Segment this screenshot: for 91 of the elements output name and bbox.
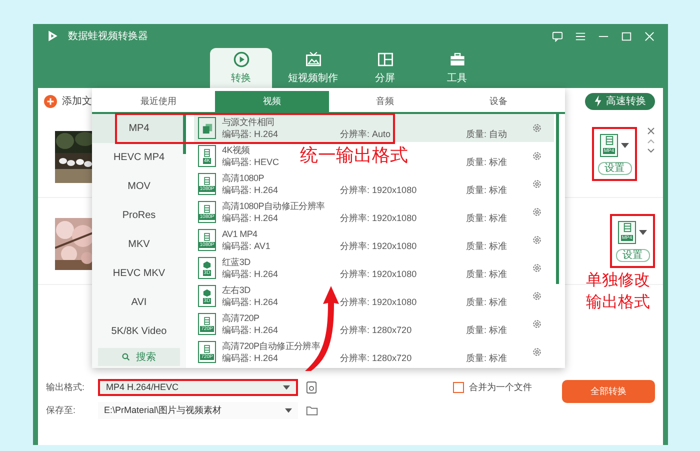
resolution-label: 分辨率: <box>340 213 370 223</box>
preset-name: 高清720P自动修正分辨率 <box>222 340 320 352</box>
preset-name: 4K视频 <box>222 144 250 156</box>
preset-name: 高清1080P自动修正分辨率 <box>222 200 325 212</box>
nav-tab[interactable]: 短视频制作 <box>282 48 344 88</box>
save-path-dropdown[interactable]: E:\PrMaterial\图片与视频素材 <box>98 402 298 418</box>
codec-value: H.264 <box>254 213 278 223</box>
codec-label: 编码器: <box>222 241 252 251</box>
preset-name: AV1 MP4 <box>222 228 258 240</box>
codec-value: H.264 <box>254 353 278 363</box>
resolution-value: 1280x720 <box>372 325 412 335</box>
quality-label: 质量: <box>466 269 487 279</box>
format-item[interactable]: MKV <box>92 230 186 259</box>
format-tab[interactable]: 设备 <box>442 91 555 112</box>
quality-label: 质量: <box>466 157 487 167</box>
output-format-label: 输出格式: <box>46 380 86 394</box>
codec-value: H.264 <box>254 269 278 279</box>
format-item[interactable]: HEVC MKV <box>92 259 186 288</box>
save-to-label: 保存至: <box>46 404 77 416</box>
resolution-value: Auto <box>372 129 391 139</box>
preset-name: 高清720P <box>222 312 260 324</box>
format-tab[interactable]: 最近使用 <box>102 91 216 112</box>
settings-button[interactable]: 设置 <box>598 162 632 174</box>
codec-label: 编码器: <box>222 325 252 335</box>
codec-label: 编码器: <box>222 157 252 167</box>
format-tab[interactable]: 音频 <box>328 91 442 112</box>
codec-value: HEVC <box>254 157 280 167</box>
format-tab[interactable]: 视频 <box>215 91 328 112</box>
add-files-button[interactable]: 添加文 <box>44 94 92 108</box>
resolution-value: 1920x1080 <box>372 185 417 195</box>
quality-label: 质量: <box>466 213 487 223</box>
resolution-value: 1920x1080 <box>372 297 417 307</box>
quality-value: 标准 <box>489 185 508 195</box>
preset-name: 左右3D <box>222 284 250 296</box>
preset-row[interactable]: 与源文件相同 编码器: H.264 分辨率: Auto 质量: 自动 <box>194 114 554 142</box>
annotation-note: 统一输出格式 <box>300 144 408 166</box>
quality-label: 质量: <box>466 129 487 139</box>
quality-label: 质量: <box>466 297 487 307</box>
nav-tab[interactable]: 工具 <box>426 48 488 88</box>
annotation-note: 单独修改输出格式 <box>586 270 650 313</box>
preset-name: 与源文件相同 <box>222 116 274 128</box>
codec-label: 编码器: <box>222 297 252 307</box>
preset-name: 高清1080P <box>222 172 264 184</box>
format-item[interactable]: 5K/8K Video <box>92 317 186 346</box>
quality-label: 质量: <box>466 185 487 195</box>
resolution-value: 1920x1080 <box>372 213 417 223</box>
resolution-label: 分辨率: <box>340 269 370 279</box>
window-title: 数据蛙视频转换器 <box>68 30 148 43</box>
quality-label: 质量: <box>466 353 487 363</box>
codec-value: AV1 <box>254 241 270 251</box>
resolution-value: 1920x1080 <box>372 269 417 279</box>
quality-value: 标准 <box>489 297 508 307</box>
quality-value: 标准 <box>489 325 508 335</box>
resolution-label: 分辨率: <box>340 241 370 251</box>
quality-value: 标准 <box>489 269 508 279</box>
quality-value: 标准 <box>489 241 508 251</box>
codec-label: 编码器: <box>222 129 252 139</box>
format-item[interactable]: MP4 <box>92 114 186 143</box>
quality-label: 质量: <box>466 325 487 335</box>
resolution-label: 分辨率: <box>340 129 370 139</box>
resolution-value: 1280x720 <box>372 353 412 363</box>
quality-value: 标准 <box>489 353 508 363</box>
codec-label: 编码器: <box>222 353 252 363</box>
codec-value: H.264 <box>254 297 278 307</box>
quality-label: 质量: <box>466 241 487 251</box>
format-item[interactable]: MOV <box>92 172 186 201</box>
codec-label: 编码器: <box>222 213 252 223</box>
resolution-label: 分辨率: <box>340 297 370 307</box>
preset-name: 红蓝3D <box>222 256 250 268</box>
codec-value: H.264 <box>254 129 278 139</box>
resolution-label: 分辨率: <box>340 325 370 335</box>
nav-tab[interactable]: 分屏 <box>354 48 416 88</box>
codec-label: 编码器: <box>222 185 252 195</box>
format-item[interactable]: AVI <box>92 288 186 317</box>
merge-label: 合并为一个文件 <box>469 380 532 394</box>
codec-value: H.264 <box>254 325 278 335</box>
format-item[interactable]: ProRes <box>92 201 186 230</box>
resolution-value: 1920x1080 <box>372 241 417 251</box>
codec-value: H.264 <box>254 185 278 195</box>
search-button[interactable]: 搜索 <box>98 348 180 366</box>
settings-button[interactable]: 设置 <box>616 248 650 262</box>
quality-value: 标准 <box>489 157 508 167</box>
resolution-label: 分辨率: <box>340 185 370 195</box>
fast-convert-button[interactable]: 高速转换 <box>585 92 655 110</box>
format-item[interactable]: HEVC MP4 <box>92 143 186 172</box>
quality-value: 标准 <box>489 213 508 223</box>
resolution-label: 分辨率: <box>340 353 370 363</box>
nav-tab[interactable]: 转换 <box>210 48 272 88</box>
quality-value: 自动 <box>489 129 508 139</box>
output-format-dropdown[interactable]: MP4 H.264/HEVC <box>98 378 298 396</box>
codec-label: 编码器: <box>222 269 252 279</box>
